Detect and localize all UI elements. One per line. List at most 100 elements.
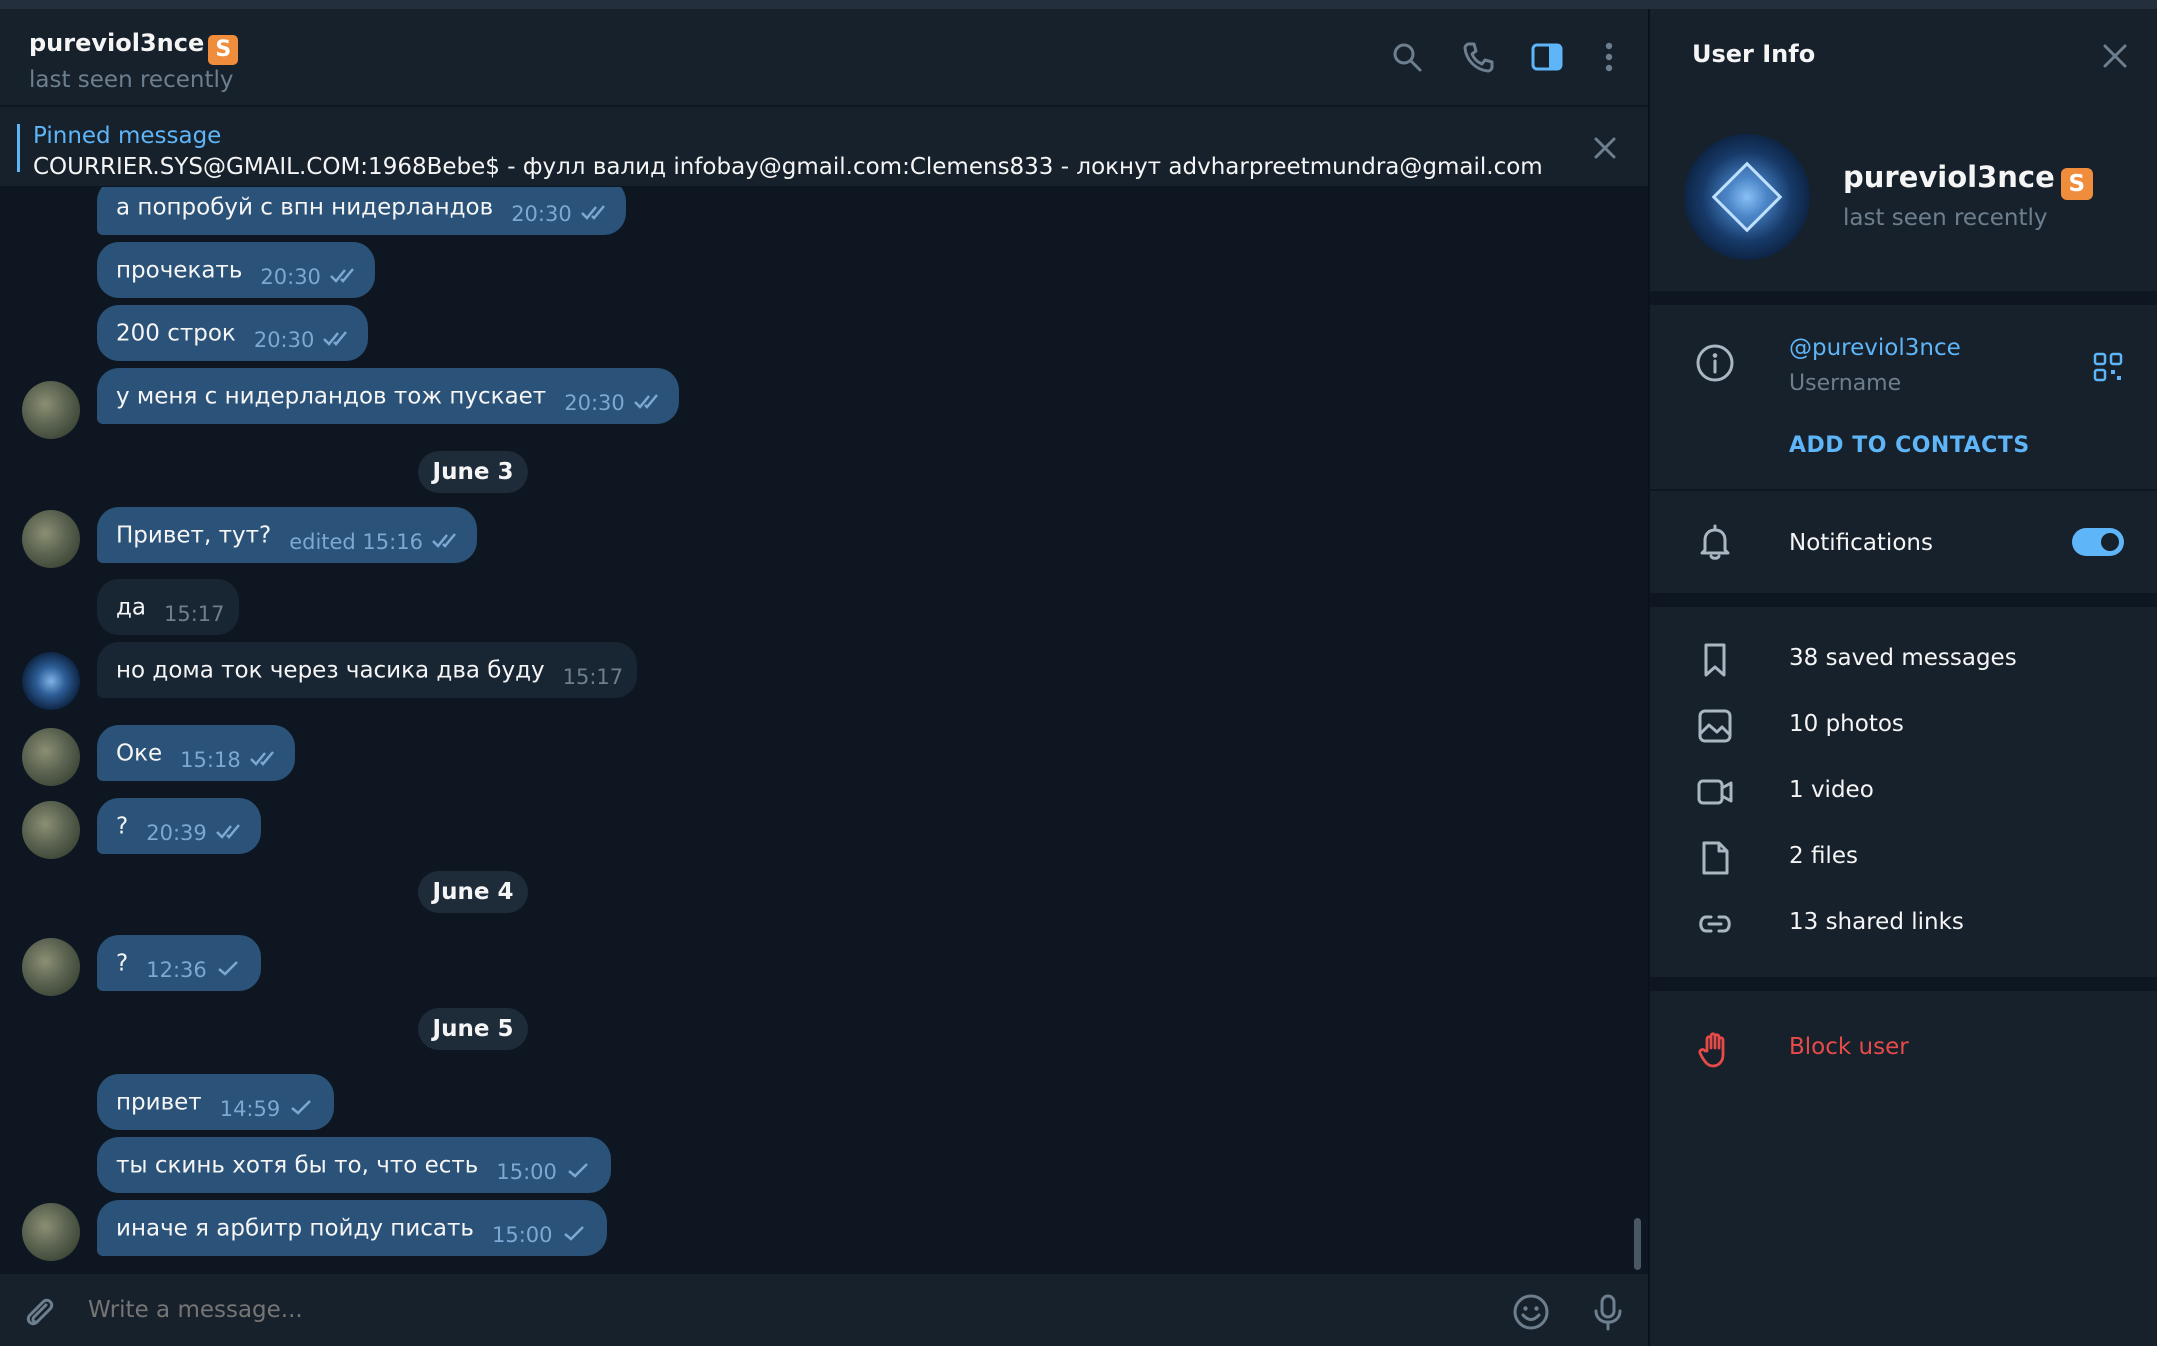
photos-row[interactable]: 10 photos (1789, 711, 1904, 737)
avatar[interactable] (22, 801, 80, 859)
search-icon[interactable] (1390, 40, 1424, 74)
section-separator (1650, 593, 2157, 607)
message-time: 15:00 (491, 1223, 553, 1247)
message-text: 200 строк (116, 320, 236, 347)
message-text: прочекать (116, 257, 243, 284)
more-icon[interactable] (1592, 40, 1626, 74)
profile-name-text: pureviol3nce (1843, 160, 2055, 194)
message-bubble[interactable]: прочекать 20:30 (97, 242, 375, 298)
user-info-title: User Info (1692, 40, 1816, 68)
avatar[interactable] (22, 728, 80, 786)
message-bubble[interactable]: ? 20:39 (97, 798, 261, 854)
message-bubble[interactable]: привет 14:59 (97, 1074, 335, 1130)
message-text: Оке (116, 740, 163, 767)
avatar[interactable] (22, 381, 80, 439)
attach-icon[interactable] (20, 1293, 58, 1331)
double-check-icon (432, 533, 456, 548)
double-check-icon (323, 331, 348, 346)
double-check-icon (249, 751, 274, 766)
message-list[interactable]: а попробуй с впн нидерландов 20:30 прочек… (0, 187, 1648, 1272)
hand-icon (1695, 1029, 1735, 1069)
pinned-text: COURRIER.SYS@GMAIL.COM:1968Bebe$ - фулл … (33, 154, 1543, 180)
message-bubble[interactable]: а попробуй с впн нидерландов 20:30 (97, 187, 626, 235)
message-bubble-incoming[interactable]: но дома ток через часика два буду 15:17 (97, 642, 638, 698)
message-bubble[interactable]: у меня с нидерландов тож пускает 20:30 (97, 368, 679, 424)
peer-status: last seen recently (29, 67, 234, 93)
file-icon (1695, 838, 1735, 878)
phone-icon[interactable] (1461, 40, 1495, 74)
peer-name-text: pureviol3nce (29, 29, 205, 57)
notifications-label: Notifications (1789, 530, 1933, 556)
files-row[interactable]: 2 files (1789, 843, 1858, 869)
pinned-accent-bar (17, 124, 20, 172)
message-text: ты скинь хотя бы то, что есть (116, 1152, 479, 1179)
message-time: 14:59 (219, 1097, 281, 1121)
profile-status: last seen recently (1843, 205, 2048, 231)
avatar[interactable] (22, 938, 80, 996)
sidebar-toggle-icon[interactable] (1530, 40, 1564, 74)
message-bubble-incoming[interactable]: да 15:17 (97, 579, 239, 635)
check-icon (217, 961, 238, 976)
emoji-icon[interactable] (1512, 1293, 1550, 1331)
add-to-contacts-button[interactable]: ADD TO CONTACTS (1789, 433, 2030, 458)
info-icon (1695, 343, 1735, 383)
message-text: но дома ток через часика два буду (116, 657, 545, 684)
bell-icon (1695, 522, 1735, 562)
notifications-toggle[interactable] (2072, 528, 2124, 556)
message-text: а попробуй с впн нидерландов (116, 194, 494, 221)
message-time: 20:39 (146, 821, 207, 845)
message-bubble[interactable]: Привет, тут? edited 15:16 (97, 507, 477, 563)
message-bubble[interactable]: ты скинь хотя бы то, что есть 15:00 (97, 1137, 611, 1193)
check-icon (291, 1100, 312, 1115)
pinned-message-bar[interactable]: Pinned message COURRIER.SYS@GMAIL.COM:19… (0, 106, 1648, 186)
double-check-icon (633, 394, 658, 409)
double-check-icon (580, 205, 605, 220)
message-text: привет (116, 1089, 202, 1116)
peer-badge: S (208, 35, 239, 65)
video-icon (1695, 772, 1735, 812)
link-icon (1695, 904, 1735, 944)
avatar-image (1711, 161, 1783, 233)
avatar[interactable] (22, 1203, 80, 1261)
message-text: ? (116, 950, 129, 977)
message-time: 20:30 (253, 328, 315, 352)
message-bubble[interactable]: 200 строк 20:30 (97, 305, 369, 361)
date-separator: June 5 (418, 1008, 528, 1050)
peer-name[interactable]: pureviol3nce S (29, 29, 239, 65)
message-text: у меня с нидерландов тож пускает (116, 383, 547, 410)
qr-icon[interactable] (2092, 351, 2124, 383)
date-separator: June 3 (418, 451, 528, 493)
double-check-icon (215, 824, 240, 839)
scrollbar-thumb[interactable] (1634, 1218, 1641, 1270)
close-icon[interactable] (2100, 41, 2130, 71)
check-icon (563, 1226, 584, 1241)
section-separator (1650, 291, 2157, 305)
mic-icon[interactable] (1589, 1293, 1627, 1331)
date-separator: June 4 (418, 871, 528, 913)
shared-links-row[interactable]: 13 shared links (1789, 909, 1964, 935)
pinned-title: Pinned message (33, 123, 222, 149)
thin-separator (1650, 489, 2157, 491)
block-user-button[interactable]: Block user (1789, 1034, 1909, 1060)
peer-avatar[interactable] (22, 652, 80, 710)
user-info-panel: User Info pureviol3nce S last seen recent… (1650, 9, 2157, 1346)
username-value[interactable]: @pureviol3nce (1789, 335, 1961, 361)
bookmark-icon (1695, 640, 1735, 680)
chat-pane: pureviol3nce S last seen recently Pinned … (0, 9, 1648, 1346)
message-text: иначе я арбитр пойду писать (116, 1215, 474, 1242)
message-bubble[interactable]: ? 12:36 (97, 935, 261, 991)
message-time: 15:17 (562, 665, 624, 689)
saved-messages-row[interactable]: 38 saved messages (1789, 645, 2017, 671)
video-row[interactable]: 1 video (1789, 777, 1874, 803)
message-time: 15:00 (496, 1160, 557, 1184)
message-time: 12:36 (146, 958, 207, 982)
message-bubble[interactable]: иначе я арбитр пойду писать 15:00 (97, 1200, 607, 1256)
username-label: Username (1789, 371, 1902, 396)
chat-header[interactable]: pureviol3nce S last seen recently (0, 9, 1648, 105)
close-icon[interactable] (1590, 133, 1620, 163)
message-input[interactable] (88, 1274, 1488, 1346)
avatar[interactable] (22, 510, 80, 568)
profile-badge: S (2060, 168, 2093, 200)
profile-avatar[interactable] (1684, 134, 1810, 260)
message-bubble[interactable]: Оке 15:18 (97, 725, 295, 781)
